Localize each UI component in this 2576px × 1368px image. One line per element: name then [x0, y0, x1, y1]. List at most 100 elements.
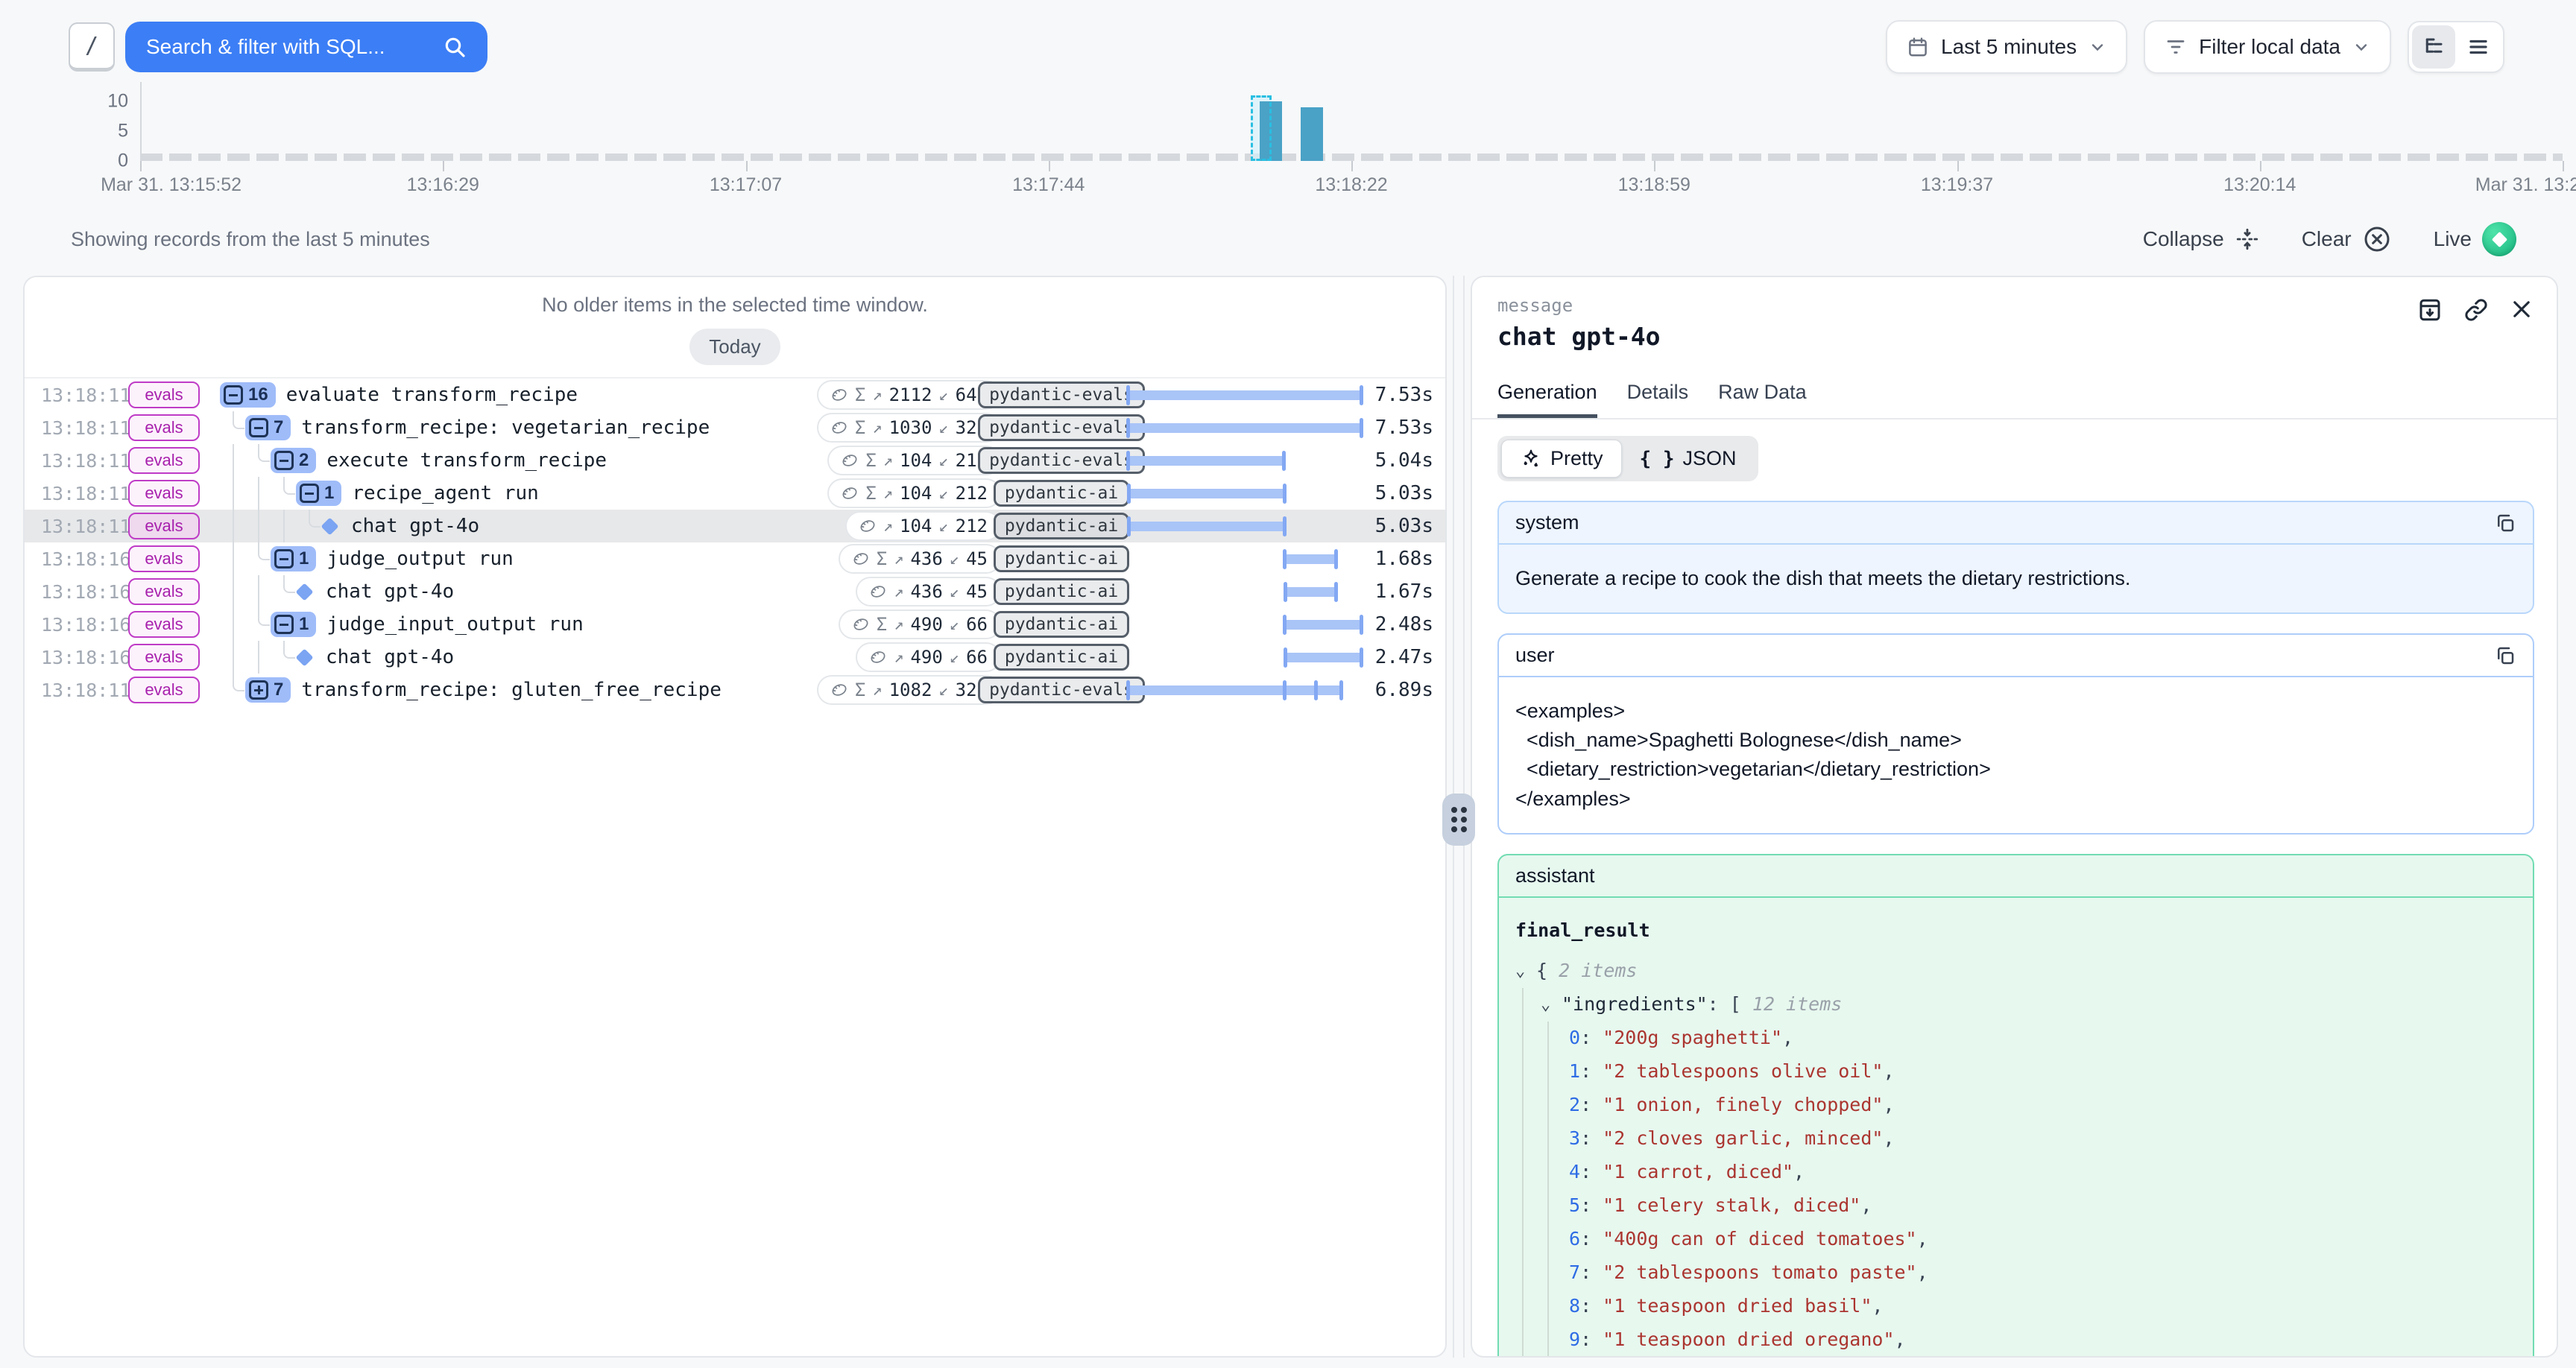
copy-link-icon[interactable] [2463, 297, 2490, 323]
tab-details[interactable]: Details [1627, 381, 1689, 418]
array-index: 2 [1569, 1092, 1580, 1118]
live-toggle[interactable]: Live [2434, 222, 2516, 256]
row-tokens-cell: Σ↗490↙66 [755, 609, 1001, 639]
waterfall-track [1128, 646, 1362, 668]
json-toggle-button[interactable]: { } JSON [1622, 440, 1755, 478]
record-title: chat gpt-4o [1497, 322, 2531, 351]
collapse-node-button[interactable]: 1 [271, 546, 316, 571]
array-index: 8 [1569, 1293, 1580, 1320]
trace-row[interactable]: 13:18:16evalschat gpt-4o↗436↙45pydantic-… [25, 575, 1445, 608]
evals-tag[interactable]: evals [128, 677, 199, 703]
panel-resize-handle[interactable] [1442, 794, 1475, 846]
dock-view-icon[interactable] [2416, 297, 2443, 323]
collapse-node-button[interactable]: 1 [271, 612, 316, 637]
evals-tag[interactable]: evals [128, 447, 199, 474]
waterfall-bar-start-cap [1127, 516, 1131, 536]
detail-panel-header: message chat gpt-4o [1472, 277, 2557, 351]
array-open-bracket: : [ [1708, 991, 1752, 1018]
waterfall-bar-end-cap [1334, 549, 1338, 569]
row-package-cell: pydantic-ai [1001, 611, 1122, 638]
expand-node-button[interactable]: 7 [245, 677, 291, 703]
evals-tag[interactable]: evals [128, 578, 199, 605]
prompt-text-line: <examples> [1515, 697, 2516, 726]
tree-elbow-connector [245, 608, 271, 641]
live-indicator-icon [2482, 222, 2516, 256]
span-name: evaluate transform_recipe [286, 384, 578, 406]
evals-tag[interactable]: evals [128, 611, 199, 638]
copy-icon[interactable] [2494, 645, 2516, 667]
pretty-toggle-button[interactable]: Pretty [1501, 440, 1622, 478]
x-tick-label: 13:16:29 [407, 174, 479, 196]
sigma-aggregate-icon: Σ [855, 680, 865, 700]
evals-tag[interactable]: evals [128, 513, 199, 539]
collapse-node-button[interactable]: 1 [296, 481, 341, 506]
span-name: recipe_agent run [352, 482, 538, 504]
chevron-down-icon [2089, 38, 2106, 56]
copy-icon[interactable] [2494, 512, 2516, 534]
filter-local-data-button[interactable]: Filter local data [2144, 20, 2391, 74]
waterfall-bar-start-cap [1126, 680, 1130, 700]
input-tokens-arrow-icon: ↗ [894, 583, 903, 601]
trace-row[interactable]: 13:18:11evalschat gpt-4o↗104↙212pydantic… [25, 510, 1445, 542]
collapse-caret-icon[interactable]: ⌄ [1541, 993, 1556, 1017]
input-tokens-arrow-icon: ↗ [883, 452, 893, 470]
evals-tag[interactable]: evals [128, 414, 199, 441]
trace-row[interactable]: 13:18:16evalschat gpt-4o↗490↙66pydantic-… [25, 641, 1445, 674]
tree-guide-line [220, 575, 245, 608]
package-badge: pydantic-evals [978, 381, 1145, 408]
row-timestamp: 13:18:11 [25, 483, 108, 504]
string-value: "1 celery stalk, diced" [1603, 1192, 1860, 1219]
token-coin-icon [859, 517, 877, 535]
waterfall-track [1128, 613, 1362, 636]
collapse-node-button[interactable]: 2 [271, 448, 316, 473]
clear-button[interactable]: Clear [2302, 224, 2392, 254]
ingredients-key-line: ⌄"ingredients": [ 12 items [1541, 988, 2516, 1022]
evals-tag[interactable]: evals [128, 480, 199, 507]
row-duration: 2.47s [1368, 646, 1445, 668]
sparkle-icon [1520, 448, 1542, 470]
collapse-caret-icon[interactable]: ⌄ [1515, 960, 1530, 984]
time-range-button[interactable]: Last 5 minutes [1886, 20, 2127, 74]
search-input[interactable]: Search & filter with SQL... [125, 22, 487, 72]
waterfall-track [1128, 679, 1362, 701]
close-icon[interactable] [2509, 297, 2534, 323]
trace-row[interactable]: 13:18:16evals1judge_input_output runΣ↗49… [25, 608, 1445, 641]
colon: : [1580, 1293, 1603, 1320]
ingredient-item-line: 1: "2 tablespoons olive oil", [1569, 1055, 2516, 1089]
output-tokens-value: 212 [956, 483, 988, 504]
comma: , [1793, 1159, 1805, 1185]
collapse-node-button[interactable]: 16 [220, 382, 276, 408]
tree-view-icon [2422, 36, 2445, 58]
trace-row[interactable]: 13:18:11evals7transform_recipe: vegetari… [25, 411, 1445, 444]
x-tick [1049, 161, 1050, 171]
topbar: / Search & filter with SQL... Last 5 min… [0, 0, 2576, 75]
token-coin-icon [830, 419, 848, 437]
token-coin-icon [830, 386, 848, 404]
trace-row[interactable]: 13:18:11evals2execute transform_recipeΣ↗… [25, 444, 1445, 477]
input-tokens-value: 104 [900, 450, 932, 471]
tab-raw-data[interactable]: Raw Data [1718, 381, 1807, 418]
evals-tag[interactable]: evals [128, 381, 199, 408]
trace-row[interactable]: 13:18:16evals1judge_output runΣ↗436↙45py… [25, 542, 1445, 575]
list-view-button[interactable] [2457, 25, 2500, 69]
row-tokens-cell: ↗104↙212 [755, 511, 1001, 541]
histogram-bar[interactable] [1301, 107, 1323, 161]
y-tick-label: 10 [107, 91, 128, 113]
row-waterfall-cell [1122, 613, 1368, 636]
message-scroll-area[interactable]: system Generate a recipe to cook the dis… [1472, 481, 2557, 1356]
trace-row[interactable]: 13:18:11evals1recipe_agent runΣ↗104↙212p… [25, 477, 1445, 510]
input-tokens-value: 490 [910, 614, 942, 635]
histogram-plot[interactable]: Mar 31. 13:15:5213:16:2913:17:0713:17:44… [140, 86, 2563, 161]
trace-row[interactable]: 13:18:11evals7transform_recipe: gluten_f… [25, 674, 1445, 706]
evals-tag[interactable]: evals [128, 545, 199, 572]
collapse-button[interactable]: Collapse [2143, 227, 2260, 252]
prompt-text-line: <dietary_restriction>vegetarian</dietary… [1515, 755, 2516, 784]
tab-generation[interactable]: Generation [1497, 381, 1597, 418]
evals-tag[interactable]: evals [128, 644, 199, 671]
today-pill[interactable]: Today [689, 329, 780, 365]
tree-view-button[interactable] [2412, 25, 2455, 69]
row-tokens-cell: Σ↗1030↙323 [755, 413, 1001, 443]
collapse-node-button[interactable]: 7 [245, 415, 291, 440]
trace-row[interactable]: 13:18:11evals16evaluate transform_recipe… [25, 379, 1445, 411]
token-usage-pill: Σ↗436↙45 [839, 544, 1001, 574]
